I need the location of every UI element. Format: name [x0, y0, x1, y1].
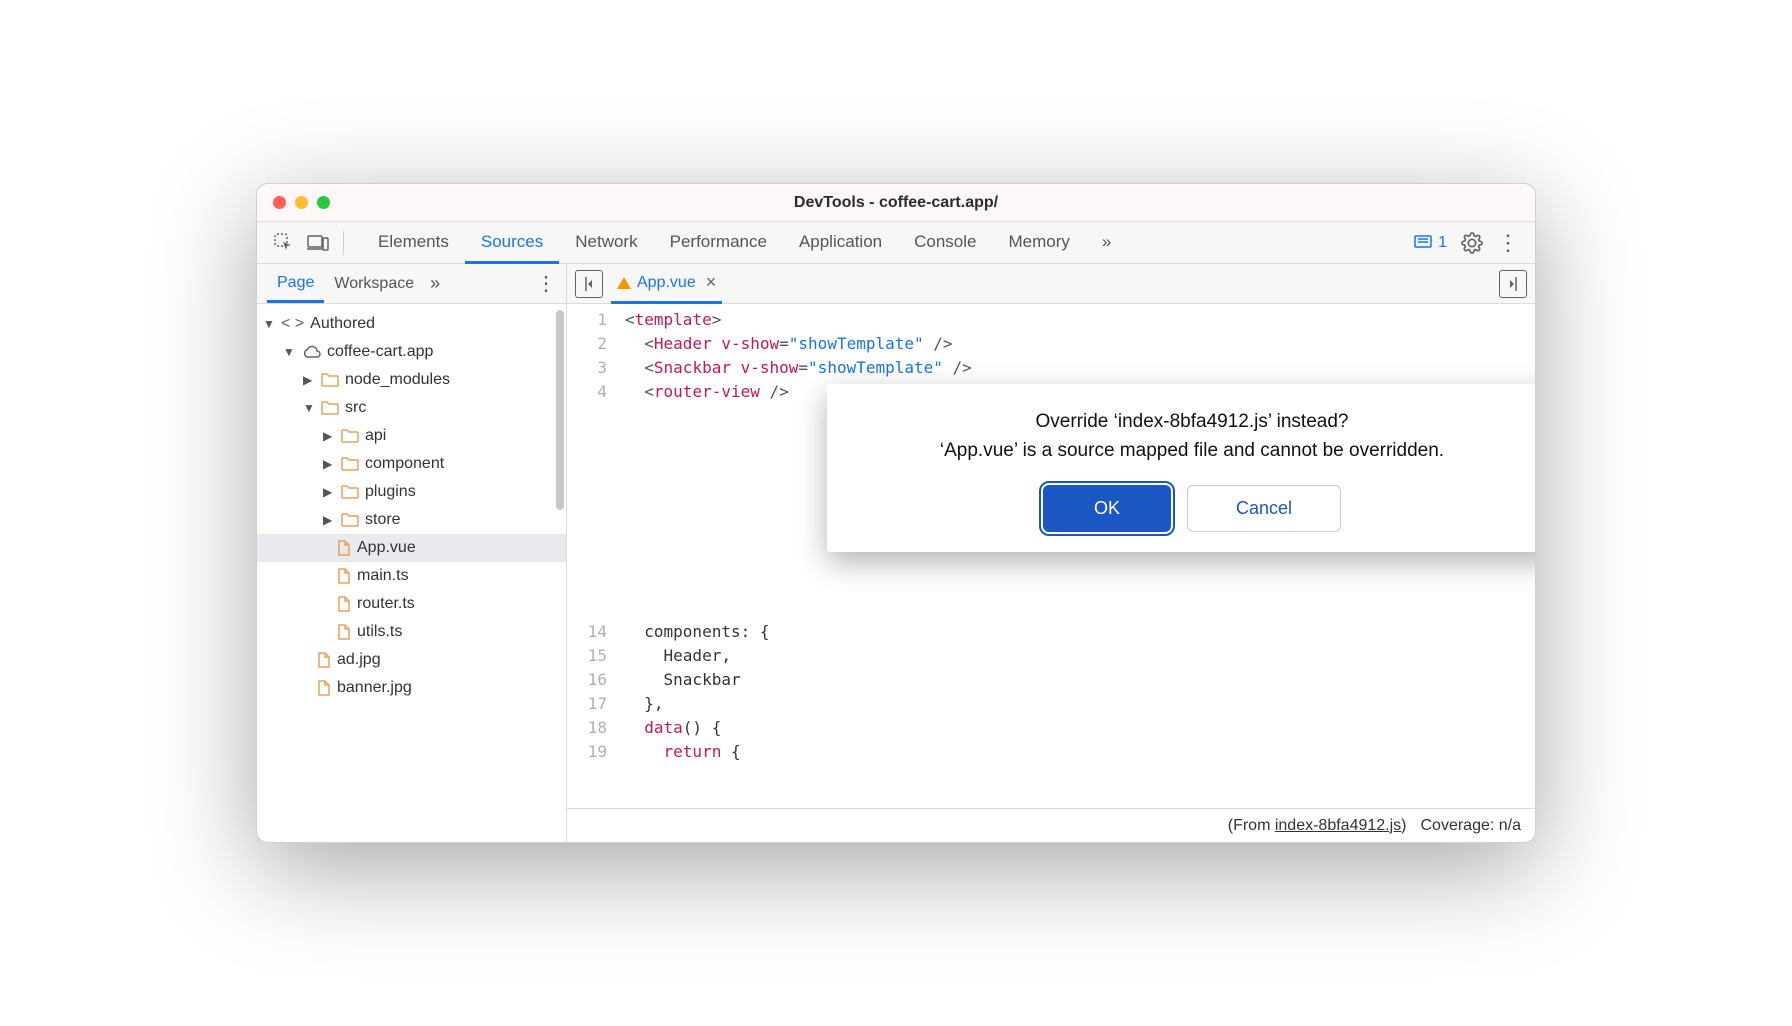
folder-icon	[321, 373, 339, 387]
file-icon	[317, 680, 331, 696]
tree-label: store	[365, 511, 401, 529]
tree-folder-api[interactable]: ▶ api	[257, 422, 566, 450]
cloud-icon	[301, 345, 321, 359]
tab-memory[interactable]: Memory	[992, 222, 1085, 264]
tree-label: node_modules	[345, 371, 450, 389]
panel-tabs: Elements Sources Network Performance App…	[362, 222, 1127, 264]
folder-icon	[341, 513, 359, 527]
titlebar: DevTools - coffee-cart.app/	[257, 184, 1535, 222]
tree-root-authored[interactable]: ▼ < > Authored	[257, 310, 566, 338]
folder-icon	[321, 401, 339, 415]
content-area: Page Workspace » ⋮ ▼ < > Authored ▼ cof	[257, 264, 1535, 842]
tree-label: api	[365, 427, 386, 445]
cancel-button[interactable]: Cancel	[1187, 485, 1341, 532]
tab-application[interactable]: Application	[783, 222, 898, 264]
file-tree: ▼ < > Authored ▼ coffee-cart.app ▶ node_…	[257, 304, 566, 842]
tree-label: coffee-cart.app	[327, 343, 433, 361]
window-title: DevTools - coffee-cart.app/	[257, 194, 1535, 212]
tab-console[interactable]: Console	[898, 222, 992, 264]
tree-folder-store[interactable]: ▶ store	[257, 506, 566, 534]
navigator-tabs: Page Workspace » ⋮	[257, 264, 566, 304]
navigator-menu-icon[interactable]: ⋮	[536, 271, 556, 296]
tree-folder-src[interactable]: ▼ src	[257, 394, 566, 422]
coverage-status: Coverage: n/a	[1420, 817, 1521, 835]
tree-file-router-ts[interactable]: router.ts	[257, 590, 566, 618]
issues-count: 1	[1438, 234, 1447, 252]
tab-performance[interactable]: Performance	[654, 222, 783, 264]
editor-tab-label: App.vue	[637, 274, 696, 292]
file-icon	[337, 624, 351, 640]
tree-folder-component[interactable]: ▶ component	[257, 450, 566, 478]
tree-file-banner-jpg[interactable]: banner.jpg	[257, 674, 566, 702]
navigator-sidebar: Page Workspace » ⋮ ▼ < > Authored ▼ cof	[257, 264, 567, 842]
code-lines: <template> <Header v-show="showTemplate"…	[625, 304, 972, 808]
tree-site[interactable]: ▼ coffee-cart.app	[257, 338, 566, 366]
override-dialog: Override ‘index-8bfa4912.js’ instead? ‘A…	[827, 384, 1536, 552]
settings-icon[interactable]	[1461, 232, 1483, 254]
tree-label: App.vue	[357, 539, 416, 557]
kebab-menu-icon[interactable]: ⋮	[1497, 232, 1519, 254]
navigator-more-tabs[interactable]: »	[424, 273, 446, 294]
issues-badge[interactable]: 1	[1414, 234, 1447, 252]
folder-icon	[341, 457, 359, 471]
close-tab-icon[interactable]: ×	[706, 272, 717, 293]
tree-file-main-ts[interactable]: main.ts	[257, 562, 566, 590]
toggle-navigator-icon[interactable]	[575, 270, 603, 298]
tree-label: main.ts	[357, 567, 409, 585]
editor-statusbar: (From index-8bfa4912.js) Coverage: n/a	[567, 808, 1535, 842]
file-icon	[337, 568, 351, 584]
source-file-link[interactable]: index-8bfa4912.js	[1275, 817, 1401, 834]
tab-network[interactable]: Network	[559, 222, 653, 264]
tree-folder-plugins[interactable]: ▶ plugins	[257, 478, 566, 506]
devtools-window: DevTools - coffee-cart.app/ Elements Sou…	[256, 183, 1536, 843]
divider	[343, 231, 344, 255]
line-gutter: 1 2 3 4 14 15 16 17 18 19	[567, 304, 625, 808]
navigator-tab-page[interactable]: Page	[267, 265, 324, 303]
editor-pane: App.vue × 1 2 3 4 14 15	[567, 264, 1535, 842]
file-icon	[317, 652, 331, 668]
editor-tabs: App.vue ×	[567, 264, 1535, 304]
tab-elements[interactable]: Elements	[362, 222, 465, 264]
tree-file-ad-jpg[interactable]: ad.jpg	[257, 646, 566, 674]
device-toolbar-icon[interactable]	[301, 226, 335, 260]
tree-label: Authored	[310, 315, 375, 333]
file-icon	[337, 540, 351, 556]
main-toolbar: Elements Sources Network Performance App…	[257, 222, 1535, 264]
tree-file-app-vue[interactable]: App.vue	[257, 534, 566, 562]
code-editor[interactable]: 1 2 3 4 14 15 16 17 18 19 <template> <He…	[567, 304, 1535, 808]
tab-sources[interactable]: Sources	[465, 222, 559, 264]
tree-folder-node-modules[interactable]: ▶ node_modules	[257, 366, 566, 394]
navigator-tab-workspace[interactable]: Workspace	[324, 266, 424, 301]
folder-icon	[341, 429, 359, 443]
folder-icon	[341, 485, 359, 499]
tree-label: src	[345, 399, 366, 417]
tree-label: ad.jpg	[337, 651, 381, 669]
tree-label: utils.ts	[357, 623, 402, 641]
tree-label: component	[365, 455, 444, 473]
more-tabs-button[interactable]: »	[1086, 222, 1127, 264]
tree-file-utils-ts[interactable]: utils.ts	[257, 618, 566, 646]
ok-button[interactable]: OK	[1043, 485, 1171, 532]
inspect-element-icon[interactable]	[267, 226, 301, 260]
code-icon: < >	[281, 315, 304, 333]
dialog-message: Override ‘index-8bfa4912.js’ instead? ‘A…	[847, 408, 1536, 465]
toggle-debugger-icon[interactable]	[1499, 270, 1527, 298]
editor-tab-app-vue[interactable]: App.vue ×	[611, 263, 722, 304]
tree-label: plugins	[365, 483, 416, 501]
file-icon	[337, 596, 351, 612]
warning-icon	[617, 277, 631, 289]
source-mapped-from: (From index-8bfa4912.js)	[1228, 817, 1407, 835]
scrollbar[interactable]	[556, 310, 564, 510]
tree-label: banner.jpg	[337, 679, 412, 697]
tree-label: router.ts	[357, 595, 415, 613]
